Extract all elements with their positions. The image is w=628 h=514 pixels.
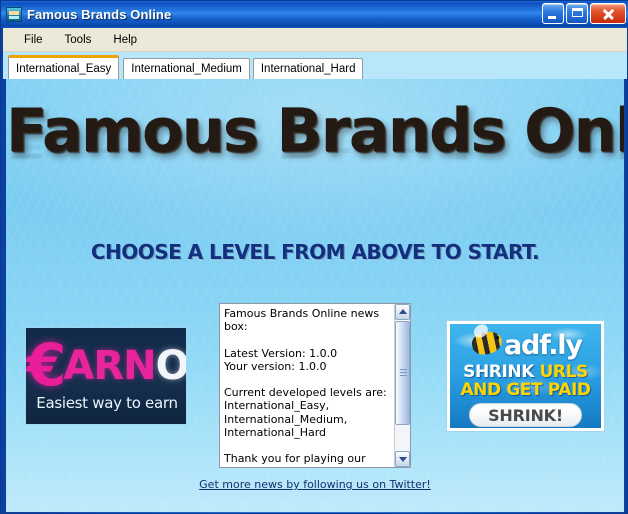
earnon-logo-secondary: ON	[155, 343, 187, 389]
maximize-icon	[572, 8, 583, 17]
minimize-icon	[548, 16, 556, 19]
close-button[interactable]	[590, 3, 626, 24]
adfly-headline-line1: SHRINK URLS	[450, 362, 601, 382]
adfly-headline-urls: URLS	[539, 362, 589, 382]
adfly-headline-shrink: SHRINK	[463, 362, 540, 382]
tab-international-medium[interactable]: International_Medium	[123, 58, 250, 79]
twitter-link[interactable]: Get more news by following us on Twitter…	[6, 478, 624, 491]
tab-strip: International_Easy International_Medium …	[3, 52, 627, 79]
window-title: Famous Brands Online	[27, 7, 172, 22]
menu-item-tools[interactable]: Tools	[54, 31, 103, 49]
earnon-logo-primary: ARN	[63, 343, 156, 389]
adfly-headline-line2: AND GET PAID	[460, 380, 591, 400]
scrollbar-thumb[interactable]	[395, 321, 410, 425]
news-box-scrollbar[interactable]	[394, 304, 410, 467]
title-bar: Famous Brands Online	[1, 1, 628, 28]
ad-banner-earnon[interactable]: €ARNON Easiest way to earn	[25, 327, 187, 425]
chevron-down-icon	[398, 457, 407, 462]
tab-international-hard[interactable]: International_Hard	[252, 58, 364, 79]
main-content: Famous Brands Online Famous Brands Onlin…	[6, 79, 624, 512]
menu-item-file[interactable]: File	[13, 31, 54, 49]
application-window: Famous Brands Online File Tools Help Int…	[0, 0, 628, 514]
scrollbar-grip-icon	[400, 369, 407, 377]
hero-banner: Famous Brands Online Famous Brands Onlin…	[6, 101, 624, 222]
euro-symbol-icon: €	[26, 331, 66, 399]
news-box-text: Famous Brands Online news box: Latest Ve…	[224, 307, 387, 467]
menu-bar: File Tools Help	[3, 28, 627, 52]
chevron-up-icon	[398, 309, 407, 314]
news-box[interactable]: Famous Brands Online news box: Latest Ve…	[219, 303, 411, 468]
close-icon	[601, 7, 615, 21]
window-controls	[542, 3, 626, 24]
ad-banner-adfly[interactable]: adf.ly SHRINK URLS AND GET PAID SHRINK!	[447, 321, 604, 431]
earnon-tagline: Easiest way to earn	[36, 394, 178, 412]
app-icon	[6, 7, 22, 22]
maximize-button[interactable]	[566, 3, 588, 24]
menu-item-help[interactable]: Help	[102, 31, 148, 49]
scroll-down-button[interactable]	[395, 451, 410, 467]
scroll-up-button[interactable]	[395, 304, 410, 320]
earnon-logo: €ARNON	[26, 336, 187, 394]
page-title-reflection: Famous Brands Online	[6, 126, 624, 165]
adfly-logo: adf.ly	[504, 330, 583, 361]
tab-international-easy[interactable]: International_Easy	[8, 55, 120, 79]
instruction-text: CHOOSE A LEVEL FROM ABOVE TO START.	[90, 240, 540, 264]
minimize-button[interactable]	[542, 3, 564, 24]
shrink-button[interactable]: SHRINK!	[469, 403, 582, 427]
